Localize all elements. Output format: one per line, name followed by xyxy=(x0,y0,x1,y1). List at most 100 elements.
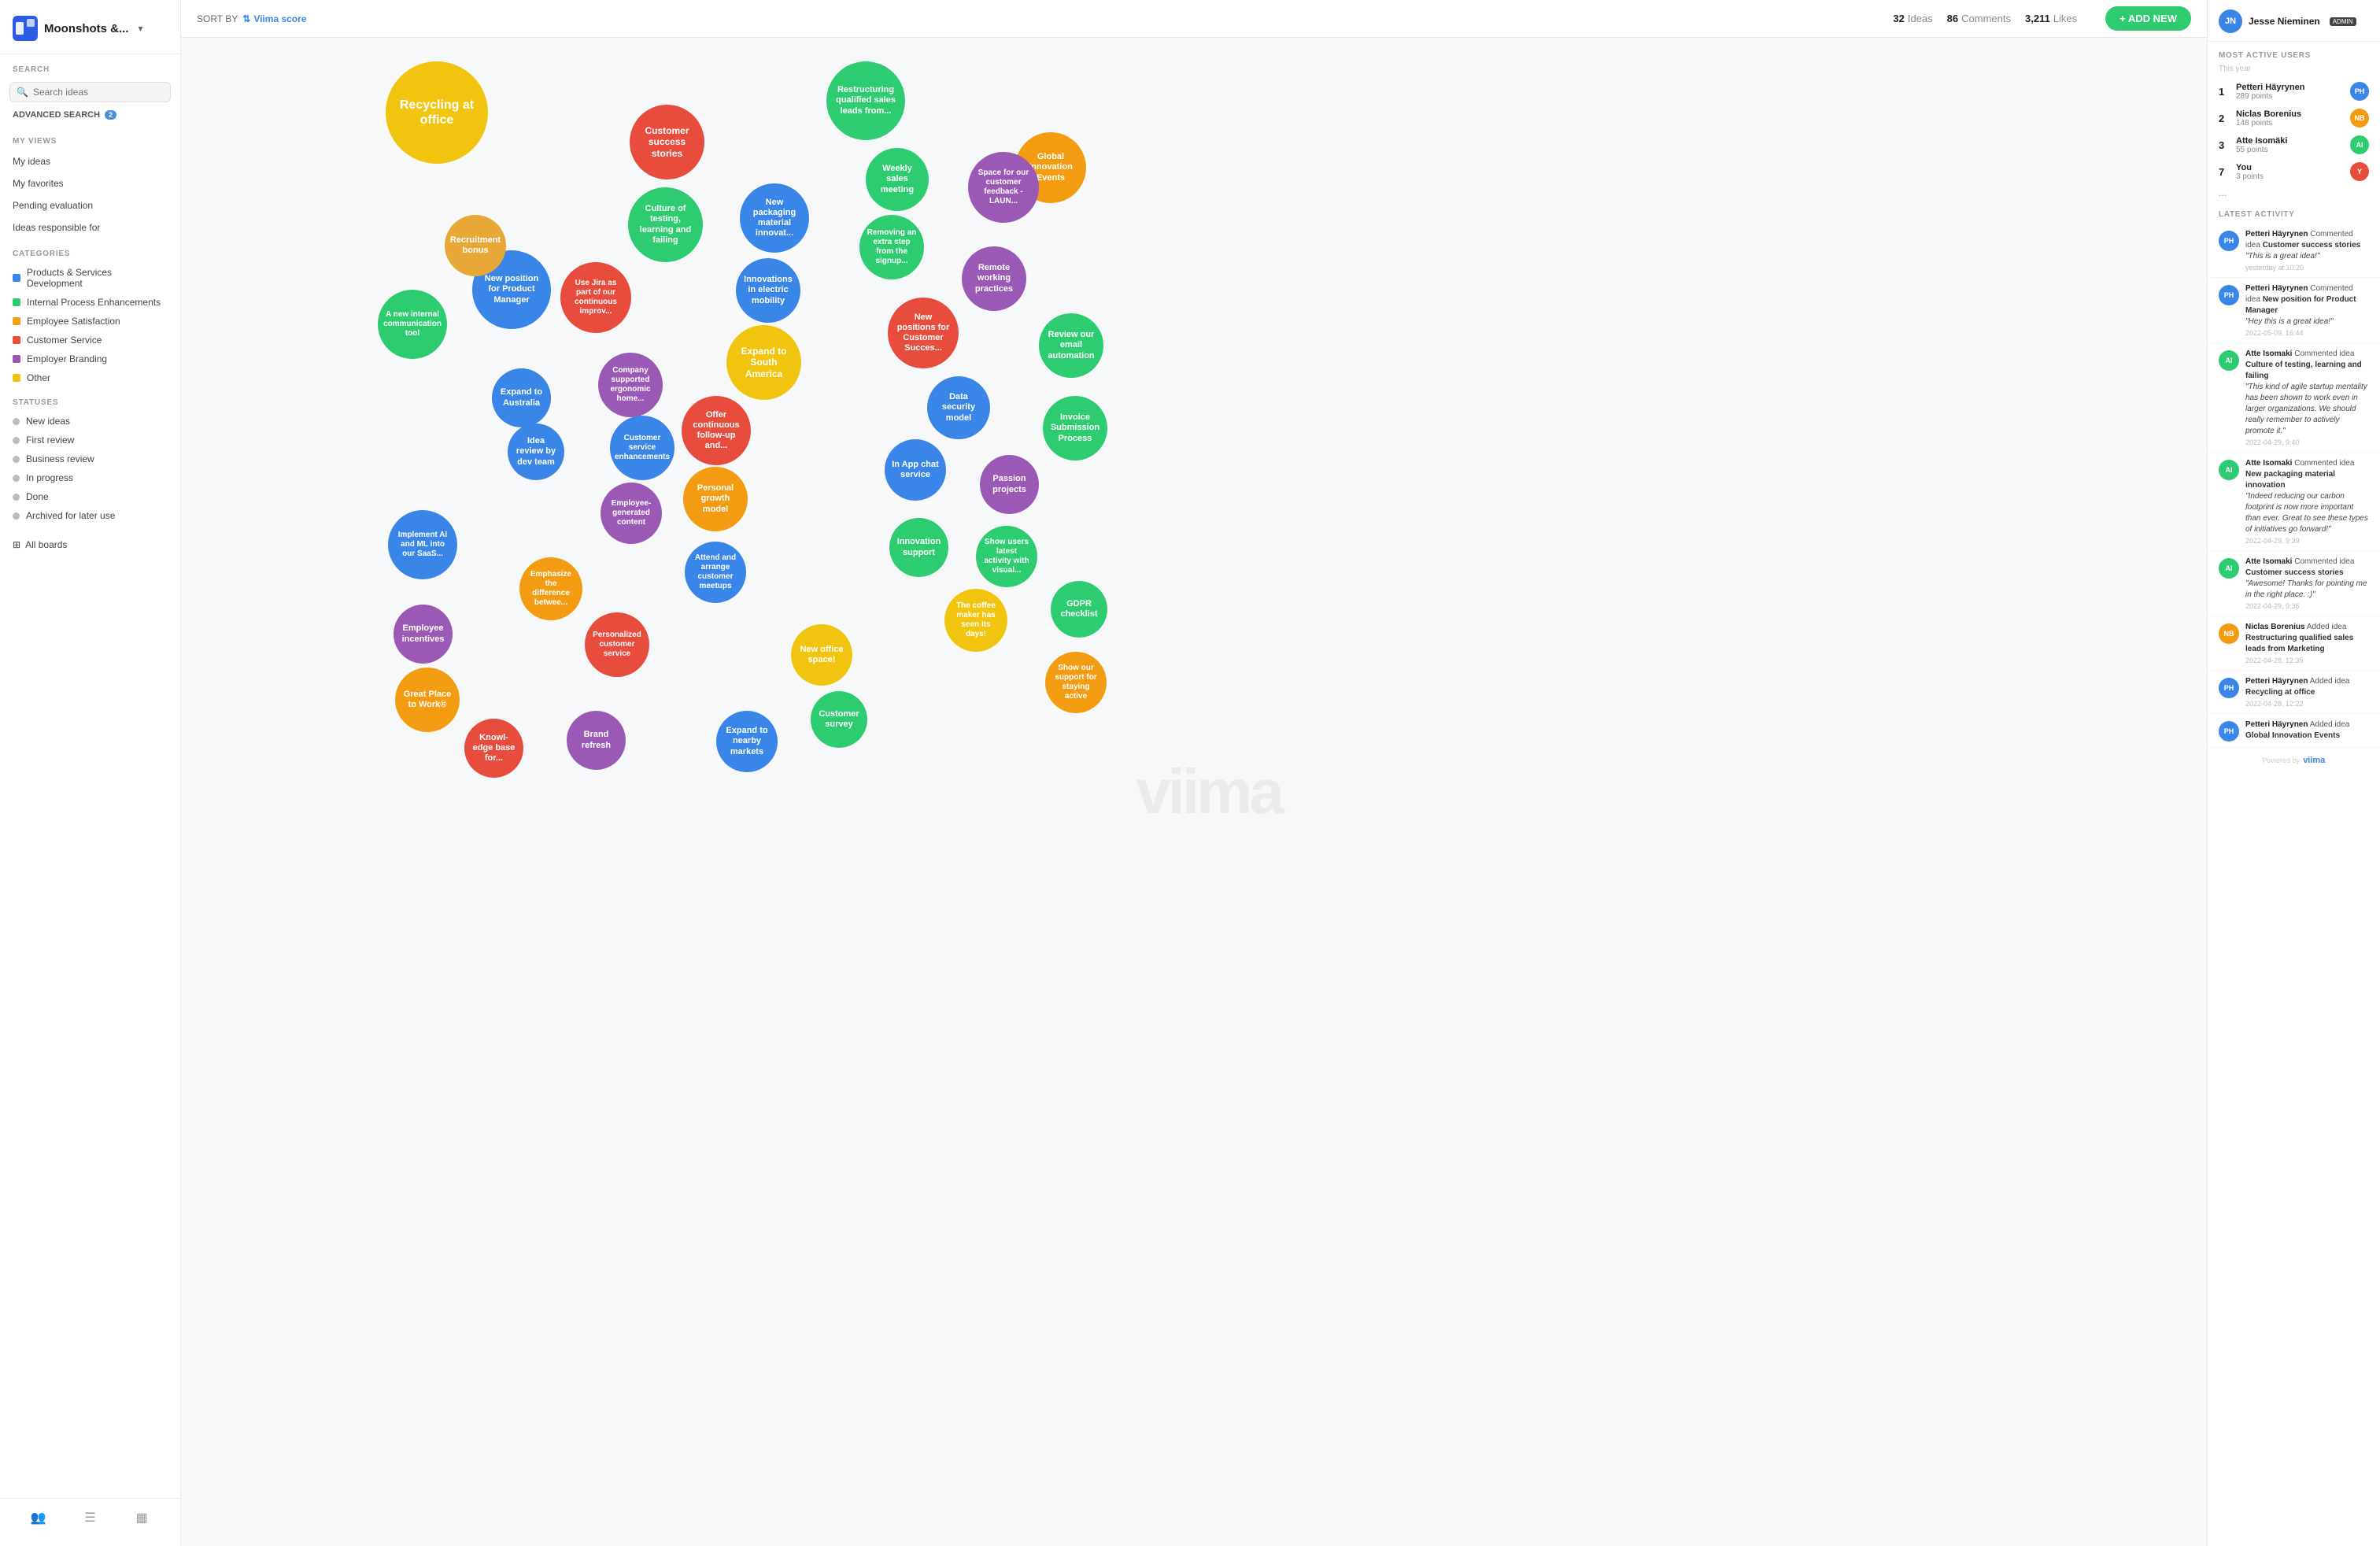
activity-quote: "This is a great idea!" xyxy=(2245,252,2319,261)
search-input[interactable] xyxy=(33,87,164,98)
category-dot xyxy=(13,355,20,363)
active-user-avatar: AI xyxy=(2350,135,2369,154)
idea-bubble[interactable]: Restructuring qualified sales leads from… xyxy=(826,61,905,140)
dropdown-icon[interactable]: ▾ xyxy=(139,23,143,34)
ideas-count: 32 xyxy=(1893,13,1904,24)
idea-bubble[interactable]: Company supported ergonomic home... xyxy=(598,353,663,417)
list-icon[interactable]: ☰ xyxy=(79,1507,101,1529)
avatar: JN xyxy=(2219,9,2242,33)
activity-content: Petteri Häyrynen Commented idea Customer… xyxy=(2245,229,2369,272)
idea-bubble[interactable]: Customer service enhancements xyxy=(610,416,674,480)
activity-item: AI Atte Isomaki Commented idea New packa… xyxy=(2208,453,2380,551)
idea-bubble[interactable]: Knowl-edge base for... xyxy=(464,719,523,778)
activity-actor: Petteri Häyrynen xyxy=(2245,720,2308,729)
my-favorites-item[interactable]: My favorites xyxy=(0,172,180,194)
my-views-title: MY VIEWS xyxy=(0,126,180,150)
idea-bubble[interactable]: The coffee maker has seen its days! xyxy=(944,589,1007,652)
idea-bubble[interactable]: Show users latest activity with visual..… xyxy=(976,526,1037,587)
idea-bubble[interactable]: Personalized customer service xyxy=(585,612,649,677)
ideas-stat: 32 Ideas xyxy=(1893,13,1932,24)
category-label: Employee Satisfaction xyxy=(27,316,120,327)
idea-bubble[interactable]: Offer continuous follow-up and... xyxy=(682,396,751,465)
idea-bubble[interactable]: New packaging material innovat... xyxy=(740,183,809,253)
idea-bubble[interactable]: Idea review by dev team xyxy=(508,423,564,480)
idea-bubble[interactable]: Innovation support xyxy=(889,518,948,577)
idea-bubble[interactable]: Employee incentives xyxy=(394,605,453,664)
activity-content: Petteri Häyrynen Commented idea New posi… xyxy=(2245,283,2369,337)
active-user-points: 55 points xyxy=(2236,146,2344,154)
idea-bubble[interactable]: Show our support for staying active xyxy=(1045,652,1107,713)
idea-bubble[interactable]: Attend and arrange customer meetups xyxy=(685,542,746,603)
idea-bubble[interactable]: Employee-generated content xyxy=(601,483,662,544)
my-ideas-item[interactable]: My ideas xyxy=(0,150,180,172)
idea-bubble[interactable]: GDPR checklist xyxy=(1051,581,1107,638)
activity-action: Added idea xyxy=(2310,677,2350,686)
pending-evaluation-item[interactable]: Pending evaluation xyxy=(0,194,180,216)
idea-bubble[interactable]: New office space! xyxy=(791,624,852,686)
idea-bubble[interactable]: Remote working practices xyxy=(962,246,1026,311)
advanced-search-row[interactable]: ADVANCED SEARCH 2 xyxy=(0,109,180,126)
idea-bubble[interactable]: Implement AI and ML into our SaaS... xyxy=(388,510,457,579)
categories-list: Products & Services DevelopmentInternal … xyxy=(0,263,180,387)
users-icon[interactable]: 👥 xyxy=(28,1507,50,1529)
idea-bubble[interactable]: Passion projects xyxy=(980,455,1039,514)
idea-bubble[interactable]: New positions for Customer Succes... xyxy=(888,298,959,368)
idea-bubble[interactable]: Culture of testing, learning and failing xyxy=(628,187,703,262)
idea-bubble[interactable]: Review our email automation xyxy=(1039,313,1103,378)
idea-bubble[interactable]: Expand to South America xyxy=(726,325,801,400)
active-users-list: 1 Petteri Häyrynen 289 points PH 2 Nicla… xyxy=(2208,78,2380,185)
idea-bubble[interactable]: Emphasize the difference betwee... xyxy=(519,557,582,620)
active-user-item: 3 Atte Isomäki 55 points AI xyxy=(2208,131,2380,158)
status-dot xyxy=(13,512,20,520)
idea-bubble[interactable]: Removing an extra step from the signup..… xyxy=(859,215,924,279)
rank-number: 1 xyxy=(2219,86,2230,98)
activity-content: Niclas Borenius Added idea Restructuring… xyxy=(2245,622,2369,664)
active-user-avatar: Y xyxy=(2350,162,2369,181)
status-label: Business review xyxy=(26,453,94,464)
activity-time: 2022-05-09, 16:44 xyxy=(2245,329,2369,337)
idea-bubble[interactable]: In App chat service xyxy=(885,439,946,501)
idea-bubble[interactable]: Invoice Submission Process xyxy=(1043,396,1107,460)
likes-stat: 3,211 Likes xyxy=(2025,13,2077,24)
activity-avatar: AI xyxy=(2219,460,2239,480)
all-boards-item[interactable]: ⊞ All boards xyxy=(0,531,180,558)
idea-bubble[interactable]: Space for our customer feedback - LAUN..… xyxy=(968,152,1039,223)
idea-bubble[interactable]: Data security model xyxy=(927,376,990,439)
activity-time: 2022-04-29, 9:36 xyxy=(2245,602,2369,610)
sidebar-logo[interactable]: Moonshots &... ▾ xyxy=(0,9,180,54)
category-item[interactable]: Customer Service xyxy=(0,331,180,350)
ideas-responsible-item[interactable]: Ideas responsible for xyxy=(0,216,180,239)
idea-bubble[interactable]: Weekly sales meeting xyxy=(866,148,929,211)
activity-avatar: PH xyxy=(2219,285,2239,305)
category-item[interactable]: Products & Services Development xyxy=(0,263,180,293)
comments-count: 86 xyxy=(1947,13,1958,24)
category-item[interactable]: Employer Branding xyxy=(0,350,180,368)
chart-icon[interactable]: ▦ xyxy=(131,1507,153,1529)
user-header: JN Jesse Nieminen ADMIN xyxy=(2208,0,2380,42)
idea-bubble[interactable]: Personal growth model xyxy=(683,467,748,531)
idea-bubble[interactable]: Customer success stories xyxy=(630,105,704,179)
activity-item: PH Petteri Häyrynen Added idea Global In… xyxy=(2208,714,2380,748)
idea-bubble[interactable]: Expand to Australia xyxy=(492,368,551,427)
idea-bubble[interactable]: Innovations in electric mobility xyxy=(736,258,800,323)
activity-avatar: AI xyxy=(2219,350,2239,371)
category-item[interactable]: Employee Satisfaction xyxy=(0,312,180,331)
category-item[interactable]: Other xyxy=(0,368,180,387)
idea-bubble[interactable]: Recruitment bonus xyxy=(445,215,506,276)
idea-bubble[interactable]: Use Jira as part of our continuous impro… xyxy=(560,262,631,333)
activity-actor: Petteri Häyrynen xyxy=(2245,230,2308,239)
category-item[interactable]: Internal Process Enhancements xyxy=(0,293,180,312)
idea-bubble[interactable]: A new internal communication tool xyxy=(378,290,447,359)
active-user-name-text: Niclas Borenius xyxy=(2236,109,2344,119)
sidebar: Moonshots &... ▾ SEARCH 🔍 ADVANCED SEARC… xyxy=(0,0,181,1546)
sort-value[interactable]: ⇅ Viima score xyxy=(242,13,306,24)
sidebar-footer: 👥 ☰ ▦ xyxy=(0,1498,180,1537)
idea-bubble[interactable]: Great Place to Work® xyxy=(395,668,460,732)
search-box[interactable]: 🔍 xyxy=(9,82,171,102)
idea-bubble[interactable]: Recycling at office xyxy=(386,61,488,164)
status-dot xyxy=(13,437,20,444)
add-new-button[interactable]: + ADD NEW xyxy=(2105,6,2191,31)
idea-bubble[interactable]: Customer survey xyxy=(811,691,867,748)
idea-bubble[interactable]: Expand to nearby markets xyxy=(716,711,778,772)
idea-bubble[interactable]: Brand refresh xyxy=(567,711,626,770)
